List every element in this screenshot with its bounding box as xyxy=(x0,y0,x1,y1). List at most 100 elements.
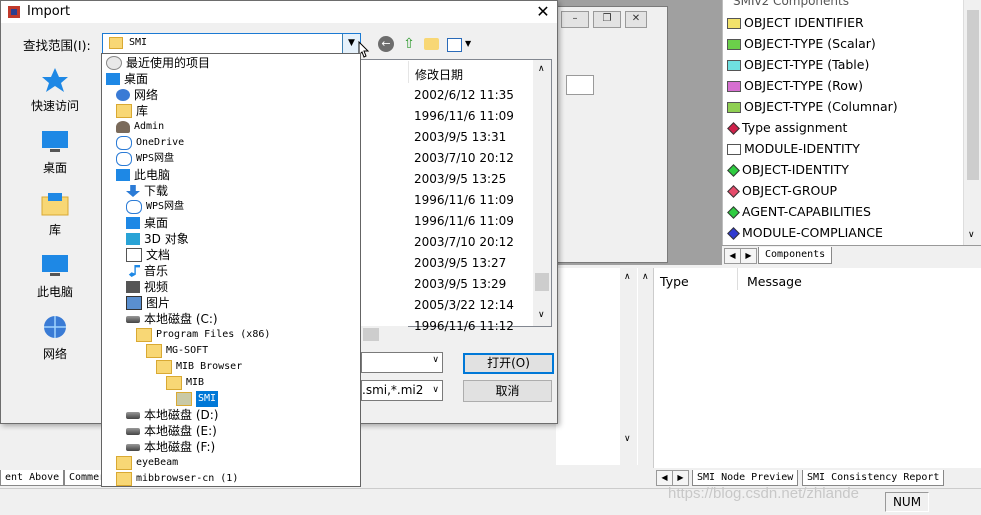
output-scrollbar[interactable]: ∧ ∨ xyxy=(620,268,637,465)
place-label: 桌面 xyxy=(42,161,67,175)
file-date[interactable]: 2003/9/5 13:29 xyxy=(414,274,506,295)
dropdown-item[interactable]: 网络 xyxy=(116,87,158,103)
dropdown-item[interactable]: 库 xyxy=(116,103,148,119)
dropdown-item[interactable]: Program Files (x86) xyxy=(136,327,270,343)
chevron-down-icon[interactable]: ∨ xyxy=(432,355,439,365)
date-column-header[interactable]: 修改日期 xyxy=(408,61,534,83)
column-message[interactable]: Message xyxy=(747,274,802,289)
component-item[interactable]: MODULE-IDENTITY xyxy=(727,139,860,159)
file-date[interactable]: 1996/11/6 11:12 xyxy=(414,316,514,337)
tab-smi-consistency-report[interactable]: SMI Consistency Report xyxy=(802,470,945,486)
dropdown-item[interactable]: 下载 xyxy=(126,183,168,199)
place-label: 快速访问 xyxy=(30,99,79,113)
view-menu-icon[interactable] xyxy=(447,38,462,52)
close-button[interactable]: ✕ xyxy=(625,11,647,28)
child-input[interactable] xyxy=(566,75,594,95)
dropdown-item[interactable]: 本地磁盘 (E:) xyxy=(126,423,217,439)
tab-scroll-left-icon[interactable]: ◀ xyxy=(724,248,741,264)
dropdown-item[interactable]: WPS网盘 xyxy=(116,151,174,167)
dropdown-item[interactable]: 此电脑 xyxy=(116,167,170,183)
tab-scroll-right-icon[interactable]: ▶ xyxy=(740,248,757,264)
close-icon[interactable]: ✕ xyxy=(533,2,553,22)
components-scrollbar[interactable]: ∨ xyxy=(963,0,981,245)
lookin-combobox[interactable]: SMI ▼ xyxy=(102,33,361,54)
file-date[interactable]: 1996/11/6 11:09 xyxy=(414,190,514,211)
dropdown-item[interactable]: Admin xyxy=(116,119,164,135)
dropdown-item[interactable]: 桌面 xyxy=(106,71,148,87)
file-date[interactable]: 2003/7/10 20:12 xyxy=(414,148,514,169)
dropdown-item[interactable]: MG-SOFT xyxy=(146,343,208,359)
file-date[interactable]: 2005/3/22 12:14 xyxy=(414,295,514,316)
music-icon xyxy=(128,265,140,277)
dropdown-item[interactable]: 最近使用的项目 xyxy=(106,55,210,71)
place-network[interactable]: 网络 xyxy=(12,307,98,367)
filetype-combobox[interactable]: .smi,*.mi2 ∨ xyxy=(361,380,443,401)
chevron-up-icon[interactable]: ∧ xyxy=(538,64,545,74)
component-item[interactable]: AGENT-CAPABILITIES xyxy=(727,202,871,222)
place-computer[interactable]: 此电脑 xyxy=(12,245,98,305)
file-date[interactable]: 2002/6/12 11:35 xyxy=(414,85,514,106)
chevron-down-icon[interactable]: ∨ xyxy=(968,230,975,240)
lookin-dropdown-list[interactable]: 最近使用的项目 桌面 网络库 Admin OneDrive WPS网盘 此电脑 下载 WPS网盘… xyxy=(101,53,361,487)
file-list-hscroll-thumb[interactable] xyxy=(363,328,379,341)
dropdown-item[interactable]: eyeBeam xyxy=(116,455,178,471)
chevron-up-icon[interactable]: ∧ xyxy=(624,272,631,282)
restore-button[interactable]: ❐ xyxy=(593,11,621,28)
component-item[interactable]: MODULE-COMPLIANCE xyxy=(727,223,883,243)
dropdown-item[interactable]: 本地磁盘 (C:) xyxy=(126,311,218,327)
file-date[interactable]: 2003/9/5 13:25 xyxy=(414,169,506,190)
back-icon[interactable]: ← xyxy=(378,36,394,52)
dropdown-item[interactable]: mibbrowser-cn (1) xyxy=(116,471,238,486)
dropdown-item[interactable]: 音乐 xyxy=(126,263,168,279)
dropdown-item[interactable]: 文档 xyxy=(126,247,170,263)
component-item[interactable]: OBJECT-TYPE (Table) xyxy=(727,55,869,75)
component-item[interactable]: OBJECT-TYPE (Row) xyxy=(727,76,863,96)
message-scrollbar[interactable]: ∧ xyxy=(641,268,654,468)
open-button[interactable]: 打开(O) xyxy=(463,353,554,374)
component-item[interactable]: OBJECT-TYPE (Columnar) xyxy=(727,97,898,117)
view-dropdown-icon[interactable]: ▼ xyxy=(465,39,471,48)
dropdown-item[interactable]: 桌面 xyxy=(126,215,168,231)
tab-scroll-left-icon[interactable]: ◀ xyxy=(656,470,673,486)
dropdown-item[interactable]: 视频 xyxy=(126,279,168,295)
dropdown-item[interactable]: MIB xyxy=(166,375,204,391)
dropdown-item[interactable]: WPS网盘 xyxy=(126,199,184,215)
file-date[interactable]: 2003/9/5 13:31 xyxy=(414,127,506,148)
components-scroll-thumb[interactable] xyxy=(967,10,979,180)
file-date[interactable]: 2003/9/5 13:27 xyxy=(414,253,506,274)
chevron-up-icon[interactable]: ∧ xyxy=(642,272,649,282)
dropdown-item[interactable]: 3D 对象 xyxy=(126,231,189,247)
component-item[interactable]: OBJECT-IDENTITY xyxy=(727,160,849,180)
cancel-button[interactable]: 取消 xyxy=(463,380,552,402)
chevron-down-icon[interactable]: ∨ xyxy=(432,381,439,400)
tab-components[interactable]: Components xyxy=(758,247,833,264)
dropdown-item[interactable]: SMI xyxy=(176,391,219,407)
place-library[interactable]: 库 xyxy=(12,183,98,243)
dropdown-item[interactable]: OneDrive xyxy=(116,135,184,151)
filename-combobox[interactable]: ∨ xyxy=(361,352,443,373)
up-folder-icon[interactable]: ⇧ xyxy=(401,36,417,52)
place-desktop[interactable]: 桌面 xyxy=(12,121,98,181)
tab-comment-above[interactable]: ent Above xyxy=(0,470,65,486)
dropdown-item[interactable]: 本地磁盘 (D:) xyxy=(126,407,218,423)
tab-scroll-right-icon[interactable]: ▶ xyxy=(672,470,689,486)
dropdown-item[interactable]: 图片 xyxy=(126,295,170,311)
chevron-down-icon[interactable]: ∨ xyxy=(538,310,545,320)
file-date[interactable]: 1996/11/6 11:09 xyxy=(414,106,514,127)
file-date[interactable]: 2003/7/10 20:12 xyxy=(414,232,514,253)
file-date[interactable]: 1996/11/6 11:09 xyxy=(414,211,514,232)
new-folder-icon[interactable] xyxy=(424,38,439,50)
dropdown-item[interactable]: 本地磁盘 (F:) xyxy=(126,439,215,455)
place-star[interactable]: 快速访问 xyxy=(12,59,98,119)
file-list-scroll-thumb[interactable] xyxy=(535,273,549,291)
column-type[interactable]: Type xyxy=(660,274,689,289)
component-item[interactable]: OBJECT IDENTIFIER xyxy=(727,13,864,33)
component-item[interactable]: Type assignment xyxy=(727,118,847,138)
component-item[interactable]: OBJECT-TYPE (Scalar) xyxy=(727,34,876,54)
chevron-down-icon[interactable]: ∨ xyxy=(624,434,631,444)
tab-smi-node-preview[interactable]: SMI Node Preview xyxy=(692,470,799,486)
dropdown-item[interactable]: MIB Browser xyxy=(156,359,242,375)
minimize-button[interactable]: – xyxy=(561,11,589,28)
component-item[interactable]: OBJECT-GROUP xyxy=(727,181,837,201)
dialog-titlebar[interactable]: Import ✕ xyxy=(1,1,557,23)
